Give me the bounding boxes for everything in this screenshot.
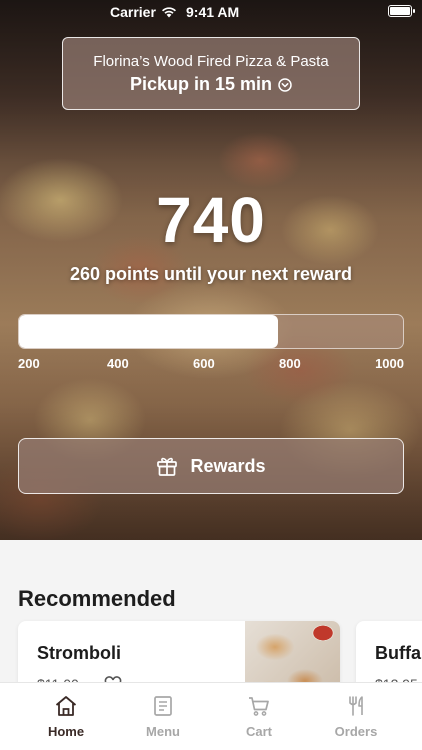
tab-menu[interactable]: Menu (114, 683, 212, 750)
progress-ticks: 200 400 600 800 1000 (18, 356, 404, 372)
item-name: Stromboli (37, 643, 121, 663)
tab-label: Menu (146, 724, 180, 739)
tab-label: Home (47, 724, 85, 739)
chevron-down-circle-icon (278, 78, 292, 92)
tab-cart[interactable]: Cart (210, 683, 308, 750)
tick-label: 600 (193, 356, 215, 371)
tab-home[interactable]: Home (17, 683, 115, 750)
menu-icon (154, 696, 172, 716)
tick-label: 800 (279, 356, 301, 371)
orders-icon (349, 696, 363, 716)
battery-icon (388, 5, 415, 17)
tick-label: 1000 (375, 356, 404, 371)
recommended-title: Recommended (18, 586, 176, 611)
cart-icon (249, 697, 269, 716)
tick-label: 400 (107, 356, 129, 371)
tick-label: 200 (18, 356, 40, 371)
status-bar: Carrier 9:41 AM (0, 0, 422, 24)
pickup-label: Pickup in 15 min (129, 74, 273, 94)
tab-bar: Home Menu Cart Orders (0, 682, 422, 750)
rewards-button[interactable]: Rewards (18, 438, 404, 494)
points-caption: 260 points until your next reward (69, 264, 353, 284)
location-selector[interactable]: Florina’s Wood Fired Pizza & Pasta Picku… (62, 37, 360, 110)
carrier: Carrier (110, 4, 177, 20)
points-balance: 740 (156, 184, 266, 256)
tab-orders[interactable]: Orders (307, 683, 405, 750)
wifi-icon (161, 7, 176, 18)
gift-icon (157, 457, 178, 476)
rewards-button-label: Rewards (190, 455, 266, 476)
points-progress-bar (18, 314, 404, 349)
points-progress-fill (19, 315, 279, 348)
pickup-time: Pickup in 15 min (63, 74, 359, 95)
home-icon (55, 696, 77, 716)
tab-label: Cart (245, 724, 272, 739)
item-name: Buffa (375, 643, 421, 663)
carrier-label: Carrier (110, 4, 156, 20)
tab-label: Orders (334, 724, 378, 739)
restaurant-name: Florina’s Wood Fired Pizza & Pasta (93, 53, 329, 70)
clock: 9:41 AM (186, 4, 240, 20)
